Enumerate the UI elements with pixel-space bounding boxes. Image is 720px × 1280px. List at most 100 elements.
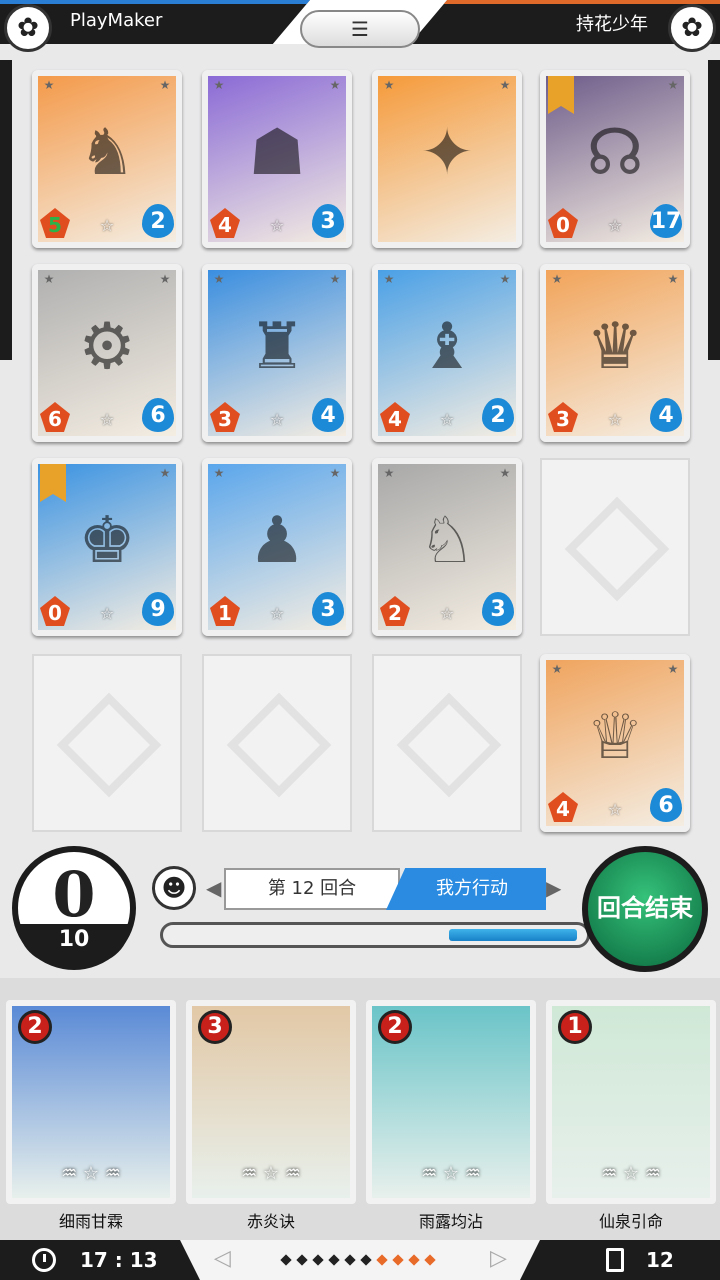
board-card[interactable]: ☊★★017☆ [540,70,690,248]
page-dot [424,1254,436,1266]
board-card[interactable]: ✦ ★ ★ [372,70,522,248]
page-dot [376,1254,388,1266]
opponent-avatar[interactable]: ✿ [668,4,716,52]
board-card[interactable]: ♞ ★ ★ 5 2 ☆ [32,70,182,248]
end-turn-button[interactable]: 回合结束 [582,846,708,972]
turn-timer-fill [449,929,577,941]
card-health: 2 [482,398,514,432]
hand-card[interactable]: 1 ♒ ☆ ♒ [546,1000,716,1204]
card-art-icon: ♞ [78,116,136,190]
card-health: 9 [142,592,174,626]
emote-button[interactable]: ☻ [152,866,196,910]
corner-star-icon: ★ [159,466,171,480]
turn-indicator: ◀ 第 12 回合 我方行动 ▶ [206,868,562,910]
board-card[interactable]: ♝ ★ ★ 4 2 ☆ [372,264,522,442]
page-dot [392,1254,404,1266]
slot-diamond-icon [56,692,162,798]
clock-icon [32,1248,56,1272]
corner-star-icon: ★ [551,272,563,286]
menu-button[interactable]: ☰ [300,10,420,48]
corner-star-icon: ★ [551,662,563,676]
page-indicator [280,1254,436,1266]
top-bar: ✿ PlayMaker ☰ 持花少年 ✿ [0,0,720,52]
phase-label: 我方行动 [386,868,546,910]
board-card[interactable]: ♕ ★ ★ 4 6 ☆ [540,654,690,832]
empty-slot[interactable] [372,654,522,832]
board-side-rail-right [708,60,720,360]
corner-star-icon: ★ [329,272,341,286]
card-health: 4 [650,398,682,432]
empty-slot[interactable] [32,654,182,832]
chevron-left-icon: ◀ [206,876,222,900]
chevron-right-icon: ▶ [546,876,562,900]
board-card[interactable]: ⚙ ★ ★ 6 6 ☆ [32,264,182,442]
turn-timer-bar [160,922,590,948]
card-cost: 2 [18,1010,52,1044]
page-dot [328,1254,340,1266]
slot-diamond-icon [226,692,332,798]
page-prev-icon[interactable]: ◁ [214,1246,231,1271]
empty-slot[interactable] [540,458,690,636]
card-art-icon: ♜ [248,310,306,384]
card-art-icon: ☊ [586,116,644,190]
corner-star-icon: ★ [667,662,679,676]
hand-card[interactable]: 2 ♒ ☆ ♒ [6,1000,176,1204]
corner-star-icon: ★ [383,466,395,480]
card-health: 17 [650,204,682,238]
slot-diamond-icon [564,496,670,602]
crest-icon: ♒ ☆ ♒ [61,1163,121,1184]
hand-card-name: 赤炎诀 [246,1212,295,1231]
card-art-icon: ⚙ [78,310,136,384]
board-card[interactable]: ♚★★09☆ [32,458,182,636]
corner-star-icon: ★ [329,78,341,92]
board-card[interactable]: ♟ ★ ★ 1 3 ☆ [202,458,352,636]
corner-star-icon: ★ [499,466,511,480]
crest-icon: ☆ [269,216,285,235]
crest-icon: ☆ [269,604,285,623]
card-art-icon: ♚ [78,504,136,578]
page-next-icon[interactable]: ▷ [490,1246,507,1271]
crest-icon: ☆ [269,410,285,429]
crest-icon: ☆ [607,410,623,429]
crest-icon: ☆ [99,604,115,623]
board-card[interactable]: ♜ ★ ★ 3 4 ☆ [202,264,352,442]
card-art-icon: ☗ [248,116,306,190]
page-dot [312,1254,324,1266]
slot-diamond-icon [396,692,502,798]
mana-counter: 0 10 [12,846,136,970]
bottom-bar: 17 : 13 ◁ ▷ 12 [0,1240,720,1280]
hand-card[interactable]: 2 ♒ ☆ ♒ [366,1000,536,1204]
board-card[interactable]: ♛ ★ ★ 3 4 ☆ [540,264,690,442]
card-art-icon: ♕ [586,700,644,774]
player-avatar[interactable]: ✿ [4,4,52,52]
deck-count: 12 [646,1248,674,1272]
mana-max: 10 [58,927,90,952]
hand-area: 2 ♒ ☆ ♒ 细雨甘霖 3 ♒ ☆ ♒ 赤炎诀 2 ♒ ☆ ♒ 雨露均沾 1 ♒ ☆ ♒ 仙泉引命 [0,978,720,1240]
crest-icon: ♒ ☆ ♒ [601,1163,661,1184]
crest-icon: ☆ [607,216,623,235]
card-health: 3 [312,592,344,626]
card-art-icon: ♝ [418,310,476,384]
board-card[interactable]: ♘ ★ ★ 2 3 ☆ [372,458,522,636]
smiley-icon: ☻ [161,874,187,902]
opponent-name: 持花少年 [576,14,648,35]
card-health: 3 [312,204,344,238]
card-art-icon: ✦ [420,116,474,190]
corner-star-icon: ★ [213,466,225,480]
corner-star-icon: ★ [383,78,395,92]
board-card[interactable]: ☗ ★ ★ 4 3 ☆ [202,70,352,248]
crest-icon: ☆ [607,800,623,819]
corner-star-icon: ★ [213,272,225,286]
page-dot [360,1254,372,1266]
hand-card[interactable]: 3 ♒ ☆ ♒ [186,1000,356,1204]
empty-slot[interactable] [202,654,352,832]
crest-icon: ♒ ☆ ♒ [421,1163,481,1184]
crest-icon: ☆ [439,604,455,623]
card-cost: 1 [558,1010,592,1044]
mana-current: 0 [52,858,96,931]
corner-star-icon: ★ [499,272,511,286]
page-dot [280,1254,292,1266]
corner-star-icon: ★ [159,272,171,286]
corner-star-icon: ★ [329,466,341,480]
board-side-rail-left [0,60,12,360]
